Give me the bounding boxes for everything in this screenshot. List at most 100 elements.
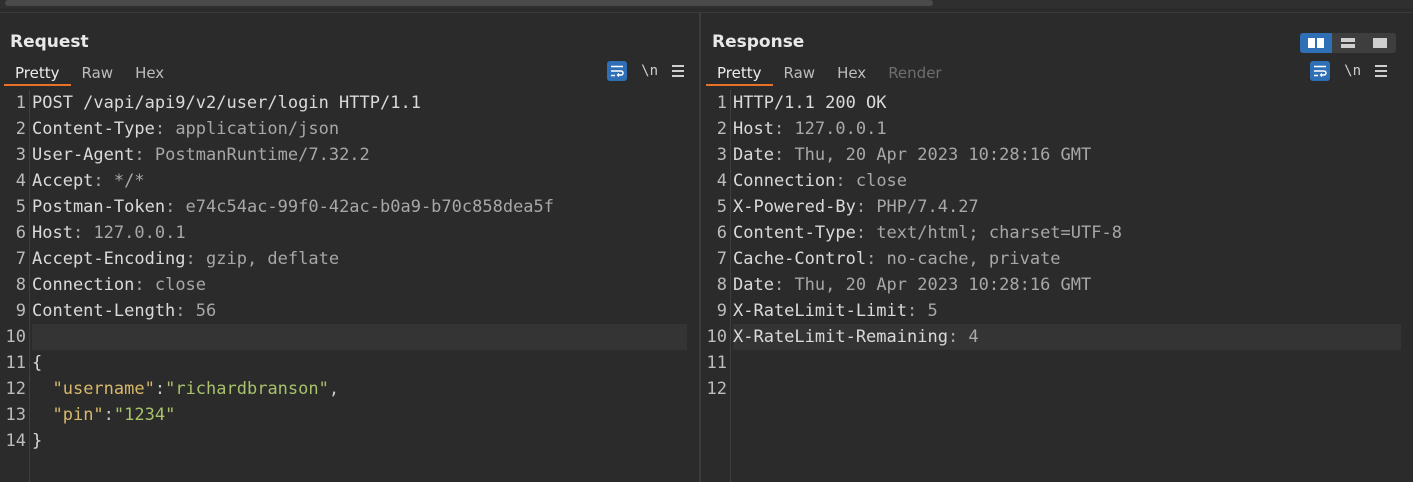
line-content: Accept: */* <box>32 168 687 194</box>
response-editor[interactable]: 1 HTTP/1.1 200 OK 2 Host: 127.0.0.1 3 Date: T… <box>701 90 1413 482</box>
line-number: 4 <box>15 171 26 191</box>
header-name: X-Powered-By <box>733 197 856 217</box>
line-number: 11 <box>5 353 26 373</box>
request-tab-raw[interactable]: Raw <box>71 61 125 86</box>
line-number: 1 <box>716 93 727 113</box>
line-content: POST /vapi/api9/v2/user/login HTTP/1.1 <box>32 90 687 116</box>
header-name: X-RateLimit-Limit <box>733 301 907 321</box>
line-number: 7 <box>15 249 26 269</box>
response-line: 8 Date: Thu, 20 Apr 2023 10:28:16 GMT <box>701 272 1413 298</box>
request-line: 8 Connection: close <box>0 272 699 298</box>
line-content: "username":"richardbranson", <box>32 376 687 402</box>
line-content: Date: Thu, 20 Apr 2023 10:28:16 GMT <box>733 272 1401 298</box>
menu-icon[interactable] <box>1375 65 1387 77</box>
header-name: HTTP/1.1 200 OK <box>733 93 887 113</box>
line-content: "pin":"1234" <box>32 402 687 428</box>
header-name: Host <box>733 119 774 139</box>
header-separator: : <box>947 327 969 347</box>
header-separator: : <box>175 301 196 321</box>
header-separator: : <box>855 197 877 217</box>
line-content: Host: 127.0.0.1 <box>733 116 1401 142</box>
header-name: X-RateLimit-Remaining <box>733 327 948 347</box>
response-tab-hex[interactable]: Hex <box>826 61 877 86</box>
header-separator: : <box>773 275 795 295</box>
response-line: 6 Content-Type: text/html; charset=UTF-8 <box>701 220 1413 246</box>
show-newlines-icon[interactable]: \n <box>641 63 658 79</box>
horizontal-scrollbar-track[interactable] <box>0 0 1413 8</box>
response-pane: Response Pretty Raw Hex Render \n 1 HTTP/… <box>701 13 1413 482</box>
response-toolbar: \n <box>1310 61 1387 81</box>
header-value: gzip, deflate <box>206 249 340 269</box>
word-wrap-toggle-icon[interactable] <box>1310 61 1331 81</box>
word-wrap-toggle-icon[interactable] <box>607 61 628 81</box>
line-content: Host: 127.0.0.1 <box>32 220 687 246</box>
request-line: 6 Host: 127.0.0.1 <box>0 220 699 246</box>
header-value: 127.0.0.1 <box>794 119 887 139</box>
header-value: 4 <box>968 327 979 347</box>
line-number: 12 <box>5 379 26 399</box>
response-tab-raw[interactable]: Raw <box>773 61 827 86</box>
header-name: Content-Type <box>733 223 856 243</box>
line-number: 6 <box>15 223 26 243</box>
response-tab-render[interactable]: Render <box>877 61 952 86</box>
request-tab-hex[interactable]: Hex <box>124 61 175 86</box>
line-number: 5 <box>716 197 727 217</box>
line-content <box>32 324 687 350</box>
header-separator: : <box>907 301 928 321</box>
header-value: close <box>855 171 908 191</box>
request-pane: Request Pretty Raw Hex \n 1 POST /vapi/ap… <box>0 13 699 482</box>
request-line: 1 POST /vapi/api9/v2/user/login HTTP/1.1 <box>0 90 699 116</box>
line-content: } <box>32 428 687 454</box>
request-tab-pretty[interactable]: Pretty <box>4 61 71 86</box>
line-content: X-RateLimit-Limit: 5 <box>733 298 1401 324</box>
response-tab-pretty[interactable]: Pretty <box>706 61 773 86</box>
response-line: 7 Cache-Control: no-cache, private <box>701 246 1413 272</box>
header-separator: : <box>835 171 856 191</box>
header-separator: : <box>134 275 155 295</box>
header-separator: : <box>165 197 186 217</box>
header-name: Connection <box>733 171 836 191</box>
request-line: 2 Content-Type: application/json <box>0 116 699 142</box>
line-content: Accept-Encoding: gzip, deflate <box>32 246 687 272</box>
header-separator: : <box>154 119 176 139</box>
response-line: 4 Connection: close <box>701 168 1413 194</box>
show-newlines-icon[interactable]: \n <box>1344 63 1361 79</box>
layout-side-by-side-button[interactable] <box>1300 33 1332 53</box>
header-name: } <box>32 431 43 451</box>
header-name: Postman-Token <box>32 197 166 217</box>
request-line: 12 "username":"richardbranson", <box>0 376 699 402</box>
header-value: 5 <box>927 301 938 321</box>
header-value: 127.0.0.1 <box>93 223 186 243</box>
response-line: 10 X-RateLimit-Remaining: 4 <box>701 324 1413 350</box>
request-editor[interactable]: 1 POST /vapi/api9/v2/user/login HTTP/1.1 2… <box>0 90 699 482</box>
line-content: Cache-Control: no-cache, private <box>733 246 1401 272</box>
line-content: Content-Type: text/html; charset=UTF-8 <box>733 220 1401 246</box>
line-number: 7 <box>716 249 727 269</box>
horizontal-scrollbar-thumb[interactable] <box>5 0 933 6</box>
header-name: Content-Length <box>32 301 176 321</box>
header-separator: : <box>72 223 94 243</box>
response-line: 11 <box>701 350 1413 376</box>
header-name: { <box>32 353 43 373</box>
header-separator: : <box>866 249 887 269</box>
request-title: Request <box>10 32 89 52</box>
request-line: 10 <box>0 324 699 350</box>
line-content: Connection: close <box>32 272 687 298</box>
layout-top-bottom-button[interactable] <box>1332 33 1364 53</box>
header-value: no-cache, private <box>886 249 1061 269</box>
menu-icon[interactable] <box>672 65 684 77</box>
line-content: X-RateLimit-Remaining: 4 <box>733 324 1401 350</box>
request-toolbar: \n <box>607 61 684 81</box>
header-value: PHP/7.4.27 <box>876 197 979 217</box>
response-line: 1 HTTP/1.1 200 OK <box>701 90 1413 116</box>
line-number: 8 <box>716 275 727 295</box>
header-value: 56 <box>195 301 217 321</box>
layout-single-button[interactable] <box>1364 33 1396 53</box>
json-colon: : <box>103 405 114 425</box>
header-separator: : <box>855 223 877 243</box>
line-content: User-Agent: PostmanRuntime/7.32.2 <box>32 142 687 168</box>
line-number: 10 <box>5 327 26 347</box>
header-value: Thu, 20 Apr 2023 10:28:16 GMT <box>794 275 1092 295</box>
